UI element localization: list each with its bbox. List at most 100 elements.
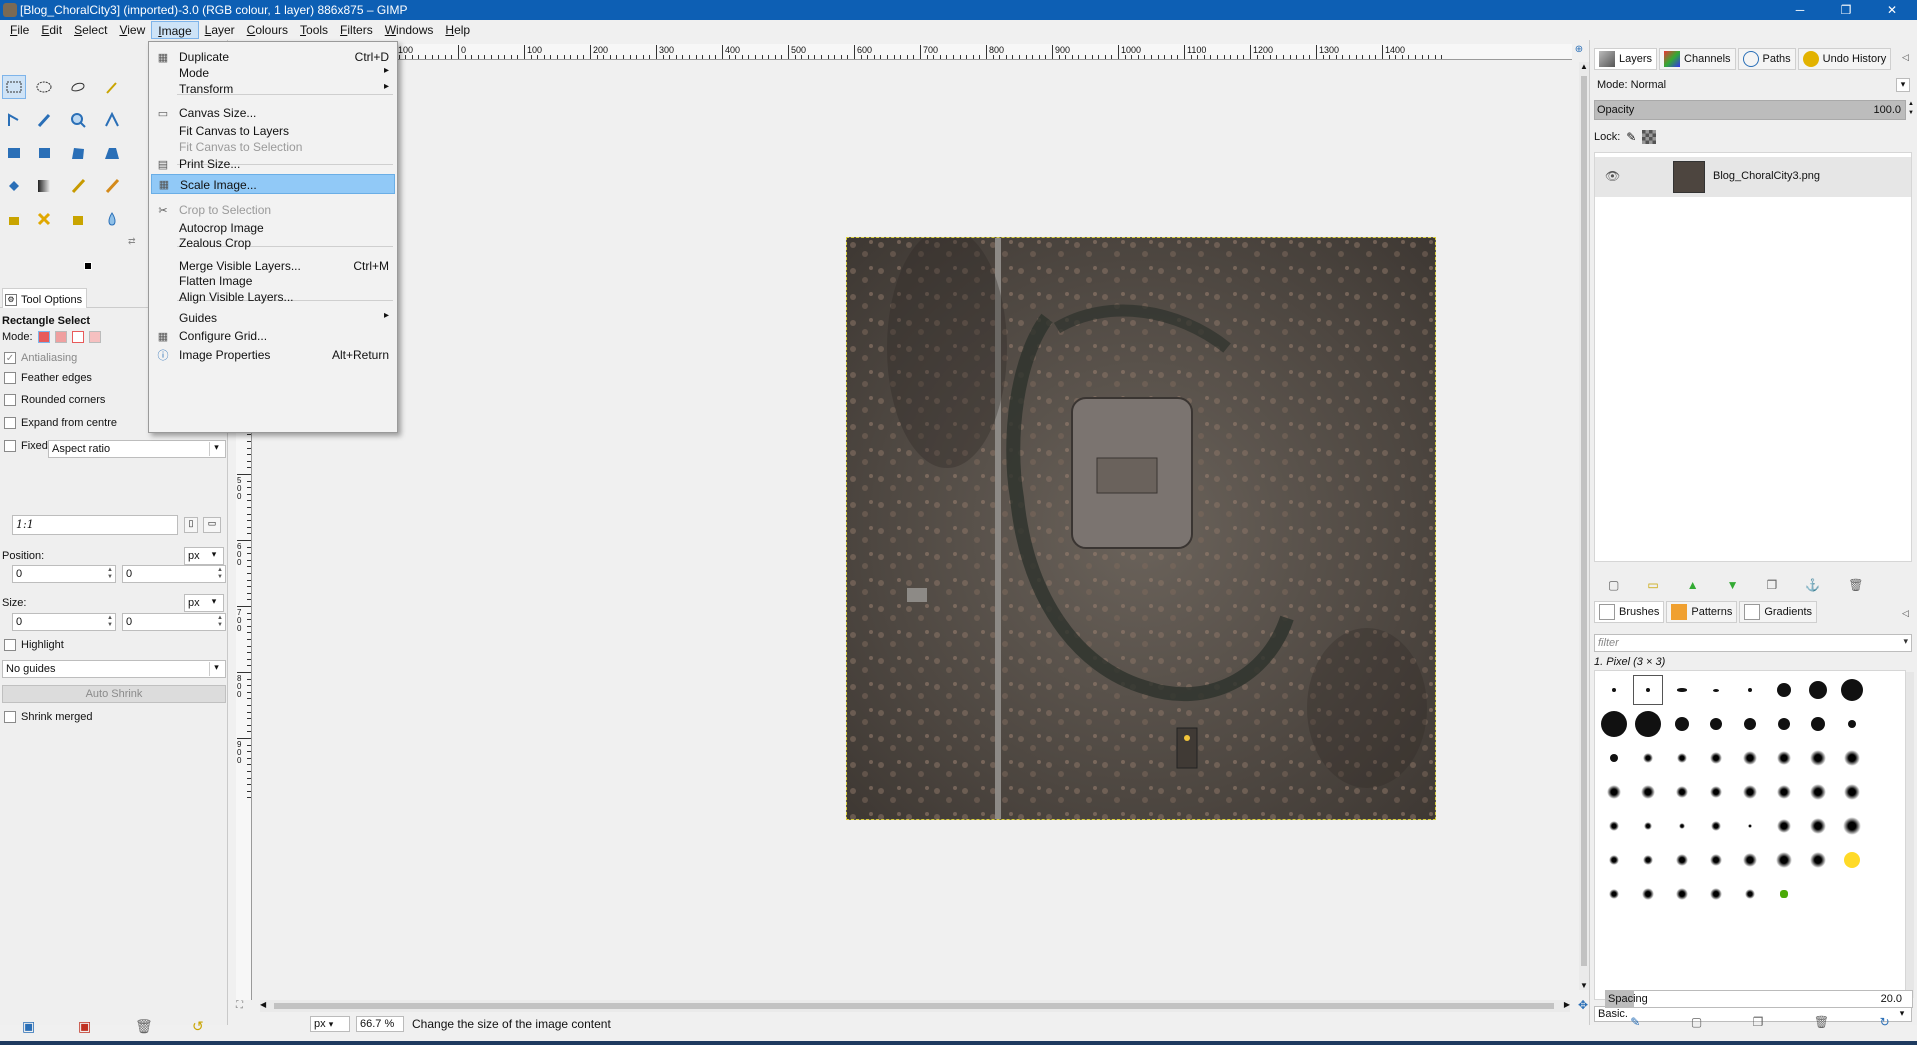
brush-item[interactable] xyxy=(1735,743,1765,773)
color-picker-icon[interactable] xyxy=(32,108,56,132)
brush-item[interactable] xyxy=(1599,879,1629,909)
horizontal-scroll-thumb[interactable] xyxy=(274,1003,1554,1009)
brush-item[interactable] xyxy=(1735,777,1765,807)
brush-item[interactable] xyxy=(1837,709,1867,739)
scroll-down-icon[interactable]: ▼ xyxy=(1580,981,1588,990)
brush-item[interactable] xyxy=(1837,811,1867,841)
perspective-tool-icon[interactable] xyxy=(100,141,124,165)
brush-item[interactable] xyxy=(1667,811,1697,841)
layer-mode-dropdown[interactable]: Mode: Normal ▾ xyxy=(1594,77,1912,95)
menu-item-zealous-crop[interactable]: Zealous Crop xyxy=(151,233,395,253)
menu-image[interactable]: Image xyxy=(151,21,199,39)
brush-item[interactable] xyxy=(1735,879,1765,909)
rounded-corners-checkbox[interactable] xyxy=(4,394,16,406)
brush-item[interactable] xyxy=(1769,675,1799,705)
opacity-slider[interactable]: Opacity 100.0 xyxy=(1594,100,1906,120)
brush-item[interactable] xyxy=(1667,743,1697,773)
brush-item[interactable] xyxy=(1769,811,1799,841)
menu-tools[interactable]: Tools xyxy=(294,21,334,39)
mode-intersect-icon[interactable] xyxy=(88,331,101,343)
tab-tool-options[interactable]: ⚙ Tool Options xyxy=(2,288,88,308)
brush-filter-input[interactable]: filter ▾ xyxy=(1594,634,1912,652)
brush-item[interactable] xyxy=(1769,777,1799,807)
brush-item[interactable] xyxy=(1633,743,1663,773)
horizontal-scrollbar[interactable]: ◀ ▶ xyxy=(260,1000,1570,1012)
save-tool-preset-icon[interactable]: ▣ xyxy=(22,1018,35,1035)
fuzzy-select-icon[interactable] xyxy=(100,75,124,99)
duplicate-layer-icon[interactable]: ❐ xyxy=(1766,578,1777,592)
ellipse-select-icon[interactable] xyxy=(32,75,56,99)
guides-dropdown[interactable]: No guides ▾ xyxy=(2,660,226,678)
opacity-spin-icon[interactable]: ▲ ▼ xyxy=(1908,100,1914,118)
delete-brush-icon[interactable]: 🗑 xyxy=(1814,1015,1829,1029)
duplicate-brush-icon[interactable]: ❐ xyxy=(1753,1015,1764,1029)
spin-arrows-icon[interactable]: ▲ ▼ xyxy=(107,567,113,581)
brush-item[interactable] xyxy=(1837,675,1867,705)
free-select-icon[interactable] xyxy=(66,75,90,99)
anchor-layer-icon[interactable]: ⚓ xyxy=(1805,578,1820,592)
delete-tool-preset-icon[interactable]: 🗑 xyxy=(135,1018,153,1035)
brush-item[interactable] xyxy=(1701,811,1731,841)
feather-edges-checkbox[interactable] xyxy=(4,372,16,384)
refresh-brushes-icon[interactable]: ↻ xyxy=(1880,1015,1890,1029)
brush-item[interactable] xyxy=(1633,811,1663,841)
edit-brush-icon[interactable]: ✎ xyxy=(1630,1015,1640,1029)
brush-item[interactable] xyxy=(1633,879,1663,909)
mode-add-icon[interactable] xyxy=(54,331,67,343)
size-width-field[interactable]: 0 ▲ ▼ xyxy=(12,613,116,631)
brush-item[interactable] xyxy=(1769,879,1799,909)
maximize-button[interactable]: ❐ xyxy=(1823,0,1869,20)
brush-item[interactable] xyxy=(1701,743,1731,773)
menu-layer[interactable]: Layer xyxy=(199,21,241,39)
heal-tool-icon[interactable] xyxy=(32,207,56,231)
brush-item[interactable] xyxy=(1837,845,1867,875)
align-tool-icon[interactable] xyxy=(2,141,26,165)
lower-layer-icon[interactable]: ▼ xyxy=(1727,578,1739,592)
gradient-tool-icon[interactable] xyxy=(32,174,56,198)
brush-item[interactable] xyxy=(1701,709,1731,739)
tab-undo-history[interactable]: Undo History xyxy=(1797,48,1892,70)
feather-edges-row[interactable]: Feather edges xyxy=(4,372,92,384)
brush-item[interactable] xyxy=(1599,811,1629,841)
brush-item[interactable] xyxy=(1769,709,1799,739)
brush-item[interactable] xyxy=(1803,845,1833,875)
close-button[interactable]: ✕ xyxy=(1869,0,1915,20)
minimize-button[interactable]: ─ xyxy=(1777,0,1823,20)
perspective-clone-icon[interactable] xyxy=(66,207,90,231)
measure-tool-icon[interactable] xyxy=(100,108,124,132)
shrink-merged-row[interactable]: Shrink merged xyxy=(4,711,93,723)
brush-item[interactable] xyxy=(1735,675,1765,705)
brush-item[interactable] xyxy=(1633,845,1663,875)
menu-colours[interactable]: Colours xyxy=(241,21,294,39)
menu-file[interactable]: File xyxy=(4,21,35,39)
menu-item-transform[interactable]: Transform ▸ xyxy=(151,79,395,99)
brush-item[interactable] xyxy=(1735,845,1765,875)
position-y-field[interactable]: 0 ▲ ▼ xyxy=(122,565,226,583)
brushes-grid-panel[interactable] xyxy=(1594,670,1906,1000)
dock-menu-icon[interactable]: ◁ xyxy=(1902,608,1909,619)
brush-item[interactable] xyxy=(1803,811,1833,841)
antialiasing-row[interactable]: ✓ Antialiasing xyxy=(4,352,77,364)
antialiasing-checkbox[interactable]: ✓ xyxy=(4,352,16,364)
menu-item-guides[interactable]: Guides ▸ xyxy=(151,308,395,328)
brush-item[interactable] xyxy=(1599,709,1629,739)
vertical-scroll-thumb[interactable] xyxy=(1581,76,1587,966)
size-height-field[interactable]: 0 ▲ ▼ xyxy=(122,613,226,631)
spin-arrows-icon[interactable]: ▲ ▼ xyxy=(107,615,113,629)
brush-item[interactable] xyxy=(1803,743,1833,773)
brush-item[interactable] xyxy=(1633,777,1663,807)
size-unit-dropdown[interactable]: px ▾ xyxy=(184,594,224,612)
position-x-field[interactable]: 0 ▲ ▼ xyxy=(12,565,116,583)
lock-pixels-icon[interactable]: ✎ xyxy=(1626,130,1636,144)
brush-item[interactable] xyxy=(1633,675,1663,705)
menu-help[interactable]: Help xyxy=(439,21,476,39)
expand-from-centre-checkbox[interactable] xyxy=(4,417,16,429)
brush-item[interactable] xyxy=(1769,845,1799,875)
shrink-merged-checkbox[interactable] xyxy=(4,711,16,723)
menu-select[interactable]: Select xyxy=(68,21,113,39)
brush-item[interactable] xyxy=(1701,845,1731,875)
menu-view[interactable]: View xyxy=(113,21,151,39)
unit-dropdown[interactable]: px ▾ xyxy=(310,1016,350,1032)
tab-patterns[interactable]: Patterns xyxy=(1666,601,1738,623)
auto-shrink-button[interactable]: Auto Shrink xyxy=(2,685,226,703)
